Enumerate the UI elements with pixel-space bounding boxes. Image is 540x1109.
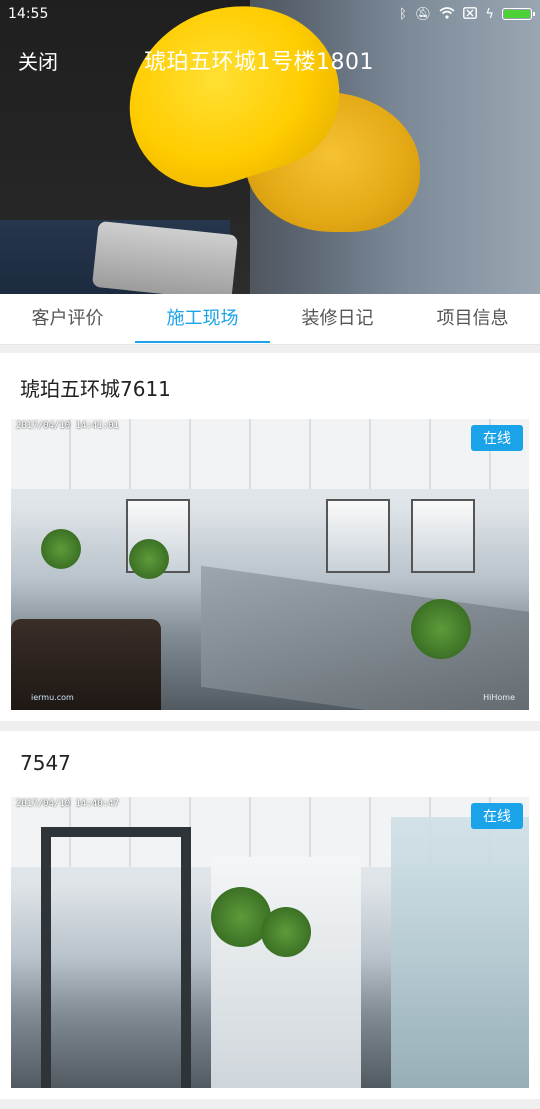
plant-scene: [41, 529, 81, 569]
battery-level: [504, 10, 530, 18]
tab-project-info[interactable]: 项目信息: [405, 294, 540, 344]
top-bar: 关闭 琥珀五环城1号楼1801: [0, 40, 540, 80]
glass-wall-scene: [391, 817, 529, 1088]
tab-customer-reviews[interactable]: 客户评价: [0, 294, 135, 344]
camera-list: 琥珀五环城7611 2017/04/10 14:41:01 在线 iermu.c…: [0, 353, 540, 1109]
door-frame-scene: [41, 827, 191, 1088]
mute-icon: 🔕︎: [414, 6, 432, 22]
hero-banner: 14:55 ᛒ 🔕︎ ϟ 关闭 琥珀五环城1号楼1801: [0, 0, 540, 294]
office-window: [326, 499, 390, 573]
online-status-badge: 在线: [471, 425, 523, 451]
office-window: [411, 499, 475, 573]
tab-bar: 客户评价 施工现场 装修日记 项目信息: [0, 294, 540, 345]
tab-construction-site[interactable]: 施工现场: [135, 294, 270, 344]
camera-preview[interactable]: 2017/04/10 14:40:47 在线: [11, 797, 529, 1088]
plant-scene: [261, 907, 311, 957]
plant-scene: [129, 539, 169, 579]
camera-preview[interactable]: 2017/04/10 14:41:01 在线 iermu.com HiHome: [11, 419, 529, 710]
desk-scene: [201, 565, 529, 710]
camera-card[interactable]: 7547 2017/04/10 14:40:47 在线: [0, 731, 540, 1099]
camera-timestamp: 2017/04/10 14:40:47: [16, 799, 119, 809]
tab-renovation-diary[interactable]: 装修日记: [270, 294, 405, 344]
plant-scene: [411, 599, 471, 659]
camera-card[interactable]: 琥珀五环城7611 2017/04/10 14:41:01 在线 iermu.c…: [0, 353, 540, 721]
camera-timestamp: 2017/04/10 14:41:01: [16, 421, 119, 431]
wifi-icon: [439, 6, 455, 22]
camera-name: 琥珀五环城7611: [20, 377, 171, 401]
battery-icon: [502, 8, 535, 20]
charging-icon: ϟ: [485, 6, 494, 22]
close-button[interactable]: 关闭: [18, 46, 58, 75]
watermark-logo: HiHome: [483, 693, 515, 702]
status-icons: ᛒ 🔕︎ ϟ: [399, 6, 535, 22]
bluetooth-icon: ᛒ: [399, 6, 407, 22]
status-time: 14:55: [8, 6, 49, 22]
online-status-badge: 在线: [471, 803, 523, 829]
status-bar: 14:55 ᛒ 🔕︎ ϟ: [0, 0, 540, 28]
watermark-logo: iermu.com: [31, 693, 74, 702]
page-title: 琥珀五环城1号楼1801: [144, 50, 374, 75]
camera-name: 7547: [20, 751, 71, 775]
sim-icon: [463, 6, 478, 22]
